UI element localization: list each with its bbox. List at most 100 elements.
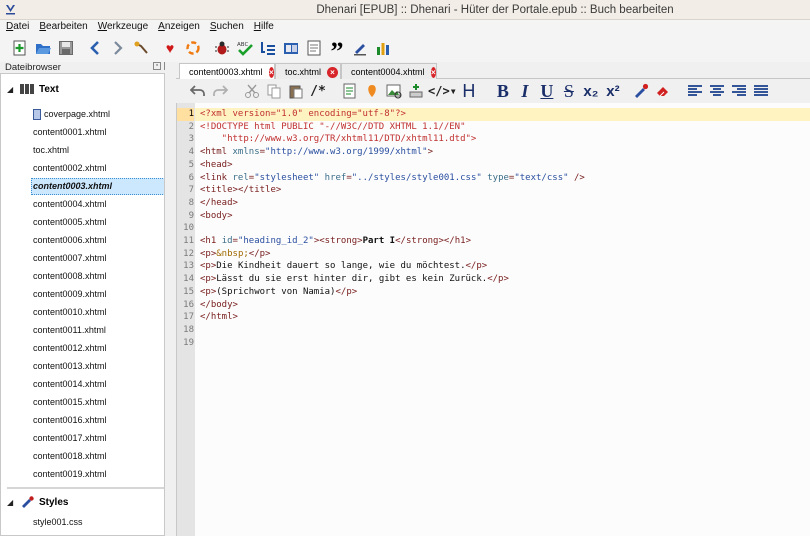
file-item[interactable]: toc.xhtml (33, 142, 69, 159)
target-icon[interactable] (183, 38, 203, 58)
tab-content0004[interactable]: content0004.xhtml × (341, 63, 437, 80)
tools-icon[interactable] (131, 38, 151, 58)
line-number: 7 (188, 185, 194, 196)
file-item[interactable]: content0019.xhtml (33, 466, 107, 483)
code-line[interactable]: <p>(Sprichwort von Namia)</p> (200, 286, 357, 299)
file-item[interactable]: content0016.xhtml (33, 412, 107, 429)
file-item[interactable]: content0005.xhtml (33, 214, 107, 231)
file-item[interactable]: content0015.xhtml (33, 394, 107, 411)
menu-bearbeiten[interactable]: Bearbeiten (39, 20, 87, 34)
meta-icon[interactable] (281, 38, 301, 58)
insert-file-icon[interactable] (340, 81, 360, 101)
file-item[interactable]: content0012.xhtml (33, 340, 107, 357)
back-icon[interactable] (85, 38, 105, 58)
align-justify-icon[interactable] (751, 81, 771, 101)
align-left-icon[interactable] (685, 81, 705, 101)
editor-toolbar: /* </>▾ H B I U S x₂ x² (176, 79, 810, 103)
code-line[interactable]: <!DOCTYPE html PUBLIC "-//W3C//DTD XHTML… (200, 121, 466, 134)
code-line[interactable]: <body> (200, 210, 233, 223)
collapse-arrow-icon[interactable]: ◢ (7, 498, 17, 507)
code-line[interactable]: <title></title> (200, 184, 281, 197)
close-tab-icon[interactable]: × (327, 66, 339, 78)
toc-icon[interactable] (304, 38, 324, 58)
file-item[interactable]: content0001.xhtml (33, 124, 107, 141)
text-color-icon[interactable] (631, 81, 651, 101)
code-area[interactable]: <?xml version="1.0" encoding="utf-8"?> <!… (195, 103, 810, 536)
code-line[interactable]: <head> (200, 159, 233, 172)
paste-icon[interactable] (286, 81, 306, 101)
menu-hilfe[interactable]: Hilfe (254, 20, 274, 34)
code-line[interactable]: </body> (200, 299, 238, 312)
edit-icon[interactable] (350, 38, 370, 58)
insert-tag-icon[interactable]: </>▾ (428, 81, 457, 101)
insert-id-icon[interactable] (406, 81, 426, 101)
close-tab-icon[interactable]: × (430, 66, 436, 78)
file-item[interactable]: content0018.xhtml (33, 448, 107, 465)
code-line[interactable]: <link rel="stylesheet" href="../styles/s… (200, 172, 585, 185)
spellcheck-icon[interactable]: ABC (235, 38, 255, 58)
clear-format-icon[interactable] (653, 81, 673, 101)
subscript-button[interactable]: x₂ (581, 81, 601, 101)
open-icon[interactable] (33, 38, 53, 58)
code-line[interactable]: <html xmlns="http://www.w3.org/1999/xhtm… (200, 146, 433, 159)
code-line[interactable]: <?xml version="1.0" encoding="utf-8"?> (200, 108, 406, 121)
menu-datei[interactable]: Datei (6, 20, 29, 34)
file-item[interactable]: content0014.xhtml (33, 376, 107, 393)
panel-splitter[interactable] (165, 62, 176, 536)
bug-icon[interactable] (212, 38, 232, 58)
text-group[interactable]: ◢ Text (1, 79, 164, 99)
underline-button[interactable]: U (537, 81, 557, 101)
menu-anzeigen[interactable]: Anzeigen (158, 20, 200, 34)
code-line[interactable]: <p>Die Kindheit dauert so lange, wie du … (200, 260, 487, 273)
copy-icon[interactable] (264, 81, 284, 101)
superscript-button[interactable]: x² (603, 81, 623, 101)
file-item[interactable]: coverpage.xhtml (33, 106, 110, 123)
forward-icon[interactable] (108, 38, 128, 58)
tab-content0003[interactable]: content0003.xhtml × (179, 63, 275, 80)
file-item[interactable]: content0009.xhtml (33, 286, 107, 303)
code-line[interactable]: </head> (200, 197, 238, 210)
file-item[interactable]: content0004.xhtml (33, 196, 107, 213)
styles-group[interactable]: ◢ Styles (1, 492, 164, 512)
menu-werkzeuge[interactable]: Werkzeuge (98, 20, 148, 34)
report-icon[interactable] (373, 38, 393, 58)
file-item[interactable]: content0007.xhtml (33, 250, 107, 267)
code-line[interactable]: <p>&nbsp;</p> (200, 248, 270, 261)
file-item[interactable]: content0011.xhtml (33, 322, 106, 339)
italic-button[interactable]: I (515, 81, 535, 101)
undo-icon[interactable] (188, 81, 208, 101)
cut-icon[interactable] (242, 81, 262, 101)
quote-icon[interactable]: ” (327, 38, 347, 65)
heart-icon[interactable]: ♥ (160, 38, 180, 58)
redo-icon[interactable] (210, 81, 230, 101)
heading-button[interactable]: H (459, 81, 479, 101)
add-file-icon[interactable] (10, 38, 30, 58)
comment-icon[interactable]: /* (308, 81, 328, 101)
strikethrough-button[interactable]: S (559, 81, 579, 101)
bold-button[interactable]: B (493, 81, 513, 101)
file-item[interactable]: content0002.xhtml (33, 160, 107, 177)
insert-image-icon[interactable] (384, 81, 404, 101)
align-right-icon[interactable] (729, 81, 749, 101)
file-item[interactable]: content0008.xhtml (33, 268, 107, 285)
split-marker-icon[interactable] (362, 81, 382, 101)
sort-icon[interactable] (258, 38, 278, 58)
file-item[interactable]: content0017.xhtml (33, 430, 107, 447)
menu-suchen[interactable]: Suchen (210, 20, 244, 34)
code-line[interactable]: <p>Lässt du sie erst hinter dir, gibt es… (200, 273, 509, 286)
file-item-selected[interactable]: content0003.xhtml (31, 178, 164, 195)
style-file-item[interactable]: style001.css (33, 514, 83, 531)
file-item[interactable]: content0013.xhtml (33, 358, 107, 375)
collapse-arrow-icon[interactable]: ◢ (7, 85, 17, 94)
tab-toc[interactable]: toc.xhtml × (275, 63, 341, 80)
file-item[interactable]: content0006.xhtml (33, 232, 107, 249)
code-editor[interactable]: 1 2 3 4 5 6 7 8 9 10 11 12 13 14 15 16 17 18 19 <?xml vers… (176, 103, 810, 536)
float-panel-icon[interactable]: ▫ (153, 62, 161, 70)
save-icon[interactable] (56, 38, 76, 58)
code-line[interactable]: </html> (200, 311, 238, 324)
close-tab-icon[interactable]: × (268, 66, 274, 78)
code-line[interactable]: "http://www.w3.org/TR/xhtml11/DTD/xhtml1… (200, 133, 477, 146)
align-center-icon[interactable] (707, 81, 727, 101)
code-line[interactable]: <h1 id="heading_id_2"><strong>Part I</st… (200, 235, 471, 248)
file-item[interactable]: content0010.xhtml (33, 304, 107, 321)
